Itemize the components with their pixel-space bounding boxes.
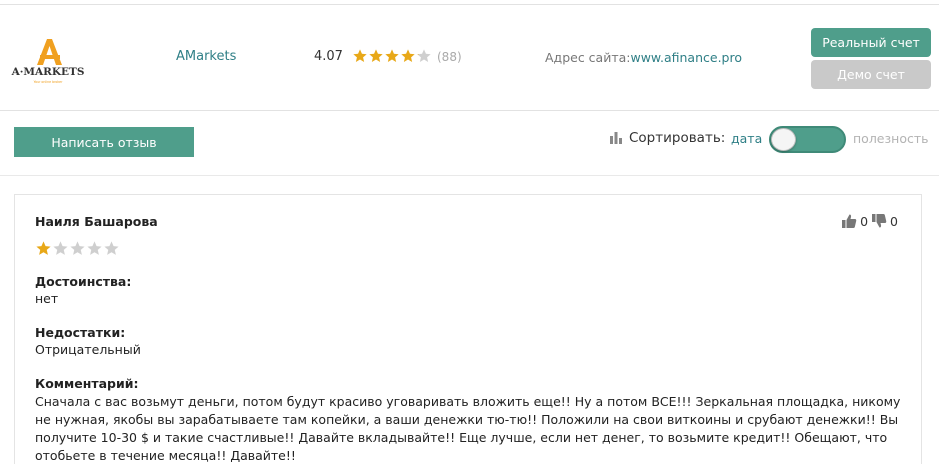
review-rating-star-icon (70, 241, 85, 255)
broker-rating-stars (352, 48, 432, 64)
broker-rating-star-icon (385, 49, 399, 62)
sort-by-date-option[interactable]: дата (731, 131, 762, 146)
likes-count: 0 (860, 213, 869, 229)
site-address: Адрес сайта:www.afinance.pro (545, 50, 742, 65)
review-rating-stars (35, 240, 120, 257)
logo-wordmark: A·MARKETS (11, 66, 85, 78)
thumbs-down-icon[interactable] (871, 213, 887, 229)
broker-rating-star-icon (369, 49, 383, 62)
review-rating-star-icon (53, 241, 68, 255)
sort-label: Сортировать: (629, 130, 726, 146)
amarkets-logo-icon: A·MARKETS Your online broker (11, 39, 85, 84)
review-card: Наиля Башарова 0 0 Достоинства: нет Недо… (14, 194, 922, 464)
sort-bars-icon (610, 132, 622, 144)
broker-rating-value: 4.07 (314, 49, 343, 64)
pros-title: Достоинства: (35, 274, 132, 289)
toolbar-divider (0, 175, 939, 176)
broker-rating-star-icon (417, 49, 431, 62)
site-address-label: Адрес сайта: (545, 50, 631, 65)
review-rating-star-icon (36, 241, 51, 255)
sort-by-usefulness-option[interactable]: полезность (853, 131, 929, 146)
dislikes-count: 0 (890, 213, 898, 229)
pros-text: нет (35, 291, 59, 306)
reviews-count[interactable]: (88) (437, 50, 462, 64)
write-review-button[interactable]: Написать отзыв (14, 127, 194, 157)
thumbs-up-icon[interactable] (841, 213, 857, 229)
broker-rating-star-icon (353, 49, 367, 62)
broker-rating-star-icon (401, 49, 415, 62)
broker-logo[interactable]: A·MARKETS Your online broker (8, 35, 88, 91)
logo-tagline: Your online broker (34, 80, 63, 84)
review-votes: 0 0 (841, 213, 901, 229)
site-url-link[interactable]: www.afinance.pro (630, 50, 742, 65)
cons-title: Недостатки: (35, 325, 126, 340)
comment-title: Комментарий: (35, 376, 139, 391)
review-rating-star-icon (104, 241, 119, 255)
broker-name-link[interactable]: AMarkets (176, 49, 236, 64)
sort-toggle-knob[interactable] (771, 128, 796, 151)
sort-toggle-switch[interactable] (769, 126, 846, 153)
review-rating-star-icon (87, 241, 102, 255)
broker-header: A·MARKETS Your online broker AMarkets 4.… (0, 5, 939, 111)
cons-text: Отрицательный (35, 342, 141, 357)
comment-text: Сначала с вас возьмут деньги, потом буду… (35, 394, 901, 463)
review-author: Наиля Башарова (35, 214, 158, 229)
demo-account-button[interactable]: Демо счет (811, 60, 931, 89)
real-account-button[interactable]: Реальный счет (811, 28, 931, 57)
